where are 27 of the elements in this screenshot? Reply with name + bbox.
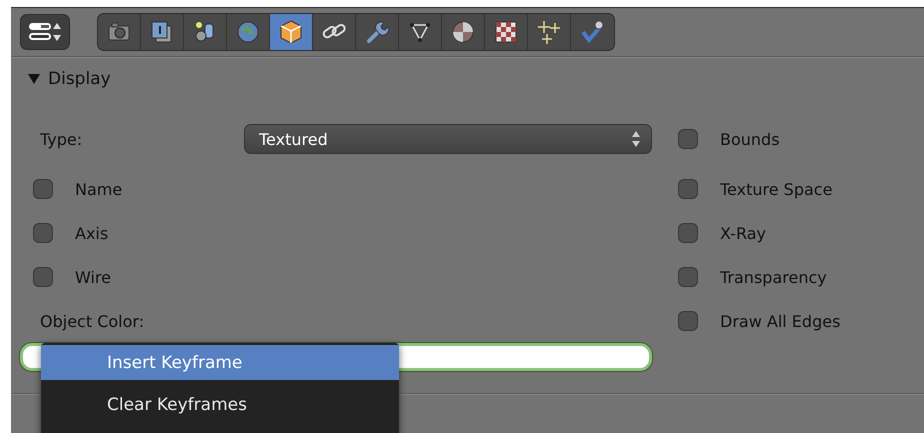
checkbox[interactable] xyxy=(678,179,698,199)
checkbox[interactable] xyxy=(33,267,53,287)
checkbox-label: Name xyxy=(75,180,122,198)
checkbox[interactable] xyxy=(678,223,698,243)
checkbox[interactable] xyxy=(678,129,698,149)
checkbox-label: Wire xyxy=(75,268,111,286)
checkbox-label: Bounds xyxy=(720,130,780,148)
field-label: Object Color: xyxy=(39,310,146,332)
up-down-arrows-icon xyxy=(631,130,641,148)
properties-tab[interactable] xyxy=(270,14,313,50)
checkbox[interactable] xyxy=(33,179,53,199)
field-label: Type: xyxy=(39,130,84,148)
checkbox-label: Axis xyxy=(75,224,108,242)
checkbox-label: Texture Space xyxy=(720,180,832,198)
type-dropdown[interactable]: Textured xyxy=(244,124,652,154)
checkbox[interactable] xyxy=(33,223,53,243)
panel-title[interactable]: Display xyxy=(48,69,111,89)
menu-item[interactable]: Insert Keyframe xyxy=(41,345,399,380)
checkbox[interactable] xyxy=(678,311,698,331)
context-selector[interactable] xyxy=(20,14,70,50)
expand-arrow-icon[interactable] xyxy=(28,73,40,85)
checkbox-label: Draw All Edges xyxy=(720,312,840,330)
sparkle-icon xyxy=(535,18,563,46)
menu-item[interactable]: Clear Keyframes xyxy=(41,387,399,422)
checkbox-label: Transparency xyxy=(720,268,827,286)
checkbox[interactable] xyxy=(678,267,698,287)
checkbox-label: X-Ray xyxy=(720,224,766,242)
